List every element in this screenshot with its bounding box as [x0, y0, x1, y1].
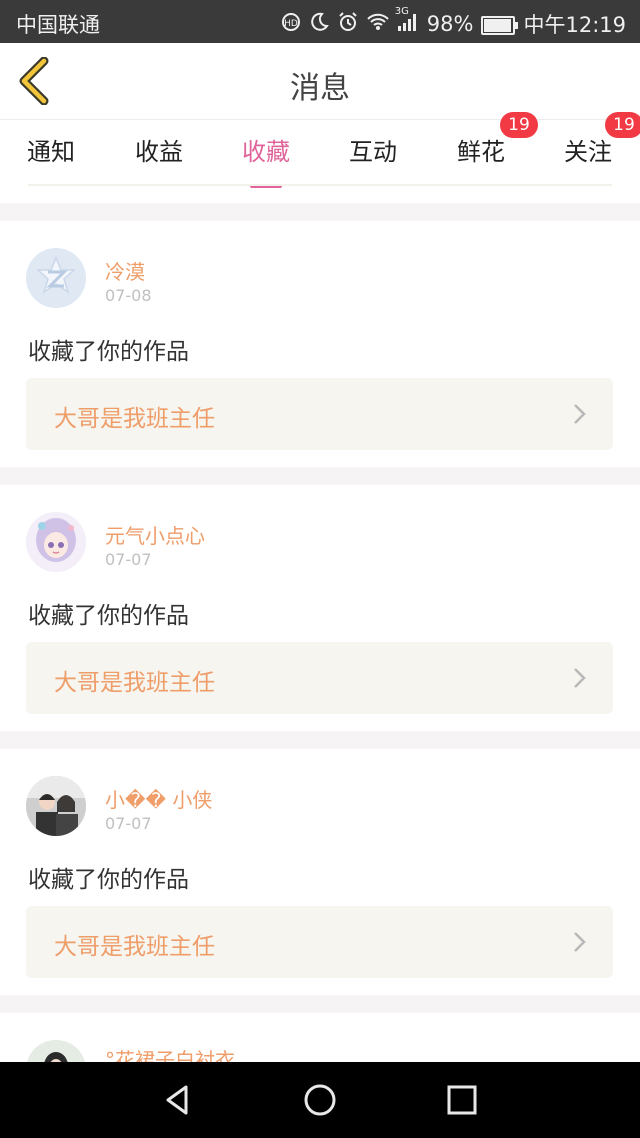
wifi-icon	[367, 12, 389, 37]
app-header: 消息	[0, 43, 640, 120]
message-date: 07-07	[105, 550, 152, 569]
tab-earnings[interactable]: 收益	[114, 132, 204, 167]
message-card: 冷漠 07-08 收藏了你的作品 大哥是我班主任	[0, 221, 640, 467]
avatar[interactable]	[26, 1040, 86, 1062]
qq-default-avatar-icon	[26, 248, 86, 308]
message-card: 元气小点心 07-07 收藏了你的作品 大哥是我班主任	[0, 485, 640, 731]
tab-notifications[interactable]: 通知	[6, 132, 96, 167]
tab-bar: 通知 收益 收藏 互动 鲜花 19 关注 19	[0, 112, 640, 188]
message-text: 收藏了你的作品	[28, 867, 189, 893]
message-text: 收藏了你的作品	[28, 339, 189, 365]
work-title: 大哥是我班主任	[54, 670, 215, 696]
tab-label: 关注	[564, 138, 612, 166]
signal-icon: 3G	[395, 6, 419, 37]
clock: 中午12:19	[523, 13, 626, 37]
chevron-right-icon	[574, 932, 586, 952]
work-link[interactable]: 大哥是我班主任	[26, 378, 613, 450]
battery-percent: 98%	[426, 12, 474, 36]
work-title: 大哥是我班主任	[54, 406, 215, 432]
carrier-label: 中国联通	[16, 13, 100, 37]
chevron-right-icon	[574, 668, 586, 688]
work-link[interactable]: 大哥是我班主任	[26, 906, 613, 978]
section-gap	[0, 731, 640, 749]
avatar[interactable]	[26, 248, 86, 308]
divider	[28, 184, 612, 186]
message-card: 小�� 小侠 07-07 收藏了你的作品 大哥是我班主任	[0, 749, 640, 995]
girl-photo-avatar-icon	[26, 1040, 86, 1062]
tab-favorites[interactable]: 收藏	[221, 132, 311, 188]
message-date: 07-07	[105, 814, 152, 833]
couple-photo-avatar-icon	[26, 776, 86, 836]
message-date: 07-08	[105, 286, 152, 305]
tab-label: 互动	[349, 138, 397, 166]
section-gap	[0, 995, 640, 1013]
section-gap	[0, 203, 640, 221]
system-nav-bar	[0, 1062, 640, 1138]
work-link[interactable]: 大哥是我班主任	[26, 642, 613, 714]
moon-icon	[309, 12, 329, 37]
network-type-label: 3G	[394, 5, 409, 17]
battery-level	[484, 18, 512, 32]
home-circle-icon[interactable]	[302, 1082, 338, 1118]
tab-label: 鲜花	[457, 138, 505, 166]
user-name[interactable]: °花裙子白衬衣	[105, 1044, 235, 1062]
message-card: °花裙子白衬衣	[0, 1013, 640, 1062]
battery-icon	[481, 15, 519, 35]
user-name[interactable]: 元气小点心	[105, 520, 205, 549]
svg-text:HD: HD	[284, 19, 298, 29]
status-icons: HD 3G 98% 中午12:19	[281, 6, 626, 39]
flowers-badge: 19	[500, 112, 538, 138]
status-bar: 中国联通 HD 3G 98% 中午12:19	[0, 0, 640, 43]
alarm-icon	[337, 11, 359, 38]
anime-girl-avatar-icon	[26, 512, 86, 572]
work-title: 大哥是我班主任	[54, 934, 215, 960]
avatar[interactable]	[26, 512, 86, 572]
user-name[interactable]: 冷漠	[105, 256, 145, 285]
user-name[interactable]: 小�� 小侠	[105, 784, 212, 813]
back-triangle-icon[interactable]	[160, 1082, 196, 1118]
chevron-right-icon	[574, 404, 586, 424]
page-title: 消息	[290, 71, 350, 106]
following-badge: 19	[605, 112, 640, 138]
section-gap	[0, 467, 640, 485]
tab-label: 收藏	[242, 138, 290, 166]
hd-call-icon: HD	[281, 12, 301, 37]
avatar[interactable]	[26, 776, 86, 836]
message-text: 收藏了你的作品	[28, 603, 189, 629]
recents-square-icon[interactable]	[444, 1082, 480, 1118]
tab-label: 收益	[135, 138, 183, 166]
tab-label: 通知	[27, 138, 75, 166]
tab-interactions[interactable]: 互动	[328, 132, 418, 167]
